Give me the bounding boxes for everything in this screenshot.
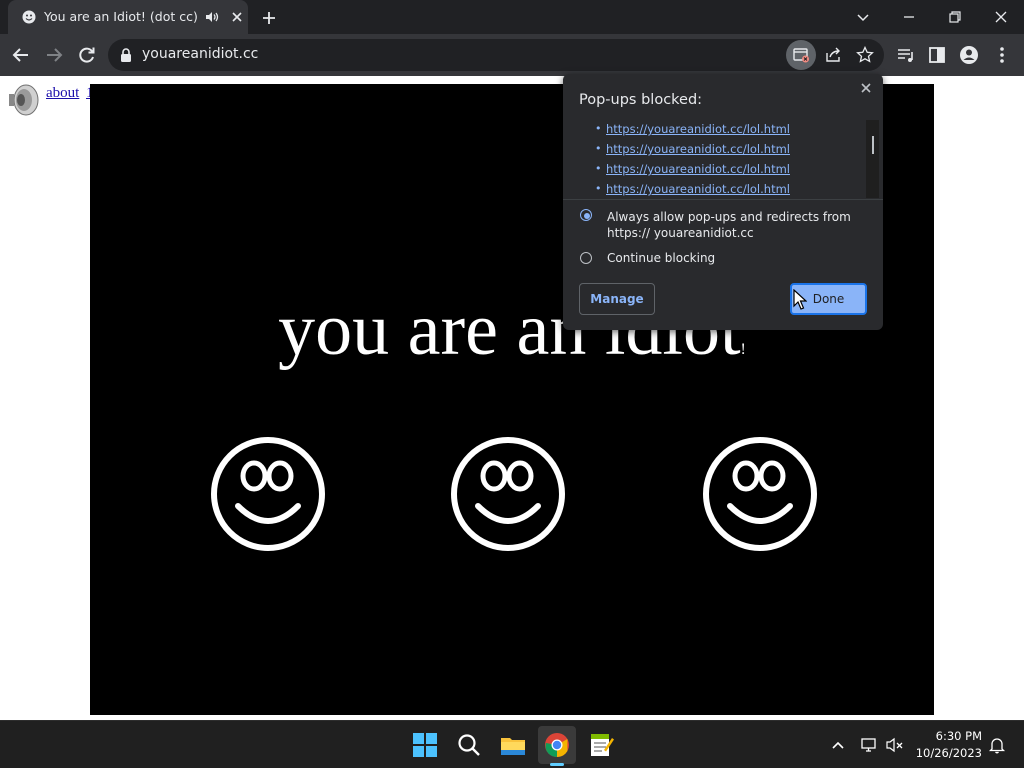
browser-tab[interactable]: You are an Idiot! (dot cc) xyxy=(8,0,248,34)
blocked-url-list: • https://youareanidiot.cc/lol.html • ht… xyxy=(563,120,868,198)
chevron-down-icon[interactable] xyxy=(852,6,874,28)
allow-popups-radio[interactable] xyxy=(580,209,592,221)
manage-button[interactable]: Manage xyxy=(579,283,655,315)
clock-date[interactable]: 10/26/2023 xyxy=(912,746,982,760)
bell-icon[interactable] xyxy=(987,735,1007,755)
address-bar[interactable]: youareanidiot.cc xyxy=(108,39,884,71)
smiley-face-icon xyxy=(703,437,817,551)
kebab-menu-icon[interactable] xyxy=(991,44,1013,66)
continue-blocking-label[interactable]: Continue blocking xyxy=(607,251,715,265)
dialog-title: Pop-ups blocked: xyxy=(579,92,703,108)
close-icon[interactable] xyxy=(859,81,873,95)
star-icon[interactable] xyxy=(856,46,874,64)
close-icon[interactable] xyxy=(990,6,1012,28)
back-arrow-icon[interactable] xyxy=(10,44,32,66)
plus-icon[interactable] xyxy=(258,7,280,29)
speaker-icon[interactable] xyxy=(6,82,42,118)
smiley-face-icon xyxy=(211,437,325,551)
speaker-icon[interactable] xyxy=(204,9,220,25)
close-icon[interactable] xyxy=(230,10,244,24)
windows-start-icon[interactable] xyxy=(410,730,440,760)
chrome-icon[interactable] xyxy=(542,730,572,760)
blocked-url-link[interactable]: https://youareanidiot.cc/lol.html xyxy=(606,142,790,156)
scrollbar-thumb[interactable] xyxy=(872,136,874,154)
bullet: • xyxy=(595,122,602,135)
url-text: youareanidiot.cc xyxy=(142,46,259,62)
popup-blocked-button[interactable] xyxy=(786,40,816,70)
about-link[interactable]: about xyxy=(46,85,79,102)
media-queue-icon[interactable] xyxy=(895,44,917,66)
share-icon[interactable] xyxy=(824,46,842,64)
minimize-icon[interactable] xyxy=(898,6,920,28)
scrollbar[interactable] xyxy=(866,120,879,198)
bullet: • xyxy=(595,142,602,155)
chevron-up-icon[interactable] xyxy=(829,736,847,754)
allow-popups-label[interactable]: Always allow pop-ups and redirects from … xyxy=(607,209,869,241)
search-icon[interactable] xyxy=(454,730,484,760)
popup-blocked-dialog: Pop-ups blocked: • https://youareanidiot… xyxy=(563,74,883,330)
mouse-cursor-icon xyxy=(793,289,807,310)
volume-muted-icon[interactable] xyxy=(885,735,905,755)
network-icon[interactable] xyxy=(859,735,879,755)
browser-toolbar: youareanidiot.cc xyxy=(0,34,1024,76)
active-app-indicator xyxy=(550,763,564,766)
tab-title: You are an Idiot! (dot cc) xyxy=(44,9,198,24)
tab-strip: You are an Idiot! (dot cc) xyxy=(0,0,1024,34)
blocked-url-link[interactable]: https://youareanidiot.cc/lol.html xyxy=(606,162,790,176)
smiley-favicon-icon xyxy=(22,10,36,24)
popup-blocked-icon xyxy=(793,48,809,63)
clock-time[interactable]: 6:30 PM xyxy=(920,729,982,743)
notepad-icon[interactable] xyxy=(586,730,616,760)
radio-selected-dot xyxy=(584,213,590,219)
bullet: • xyxy=(595,182,602,195)
side-panel-icon[interactable] xyxy=(926,44,948,66)
file-explorer-icon[interactable] xyxy=(498,730,528,760)
continue-blocking-radio[interactable] xyxy=(580,252,592,264)
bullet: • xyxy=(595,162,602,175)
lock-icon[interactable] xyxy=(120,48,132,62)
windows-taskbar: 6:30 PM 10/26/2023 xyxy=(0,720,1024,768)
blocked-url-link[interactable]: https://youareanidiot.cc/lol.html xyxy=(606,182,790,196)
blocked-url-link[interactable]: https://youareanidiot.cc/lol.html xyxy=(606,122,790,136)
headline-exclamation: ! xyxy=(740,341,746,358)
divider xyxy=(563,199,883,200)
forward-arrow-icon[interactable] xyxy=(43,44,65,66)
profile-icon[interactable] xyxy=(958,44,980,66)
reload-icon[interactable] xyxy=(76,44,98,66)
smiley-face-icon xyxy=(451,437,565,551)
restore-icon[interactable] xyxy=(944,6,966,28)
